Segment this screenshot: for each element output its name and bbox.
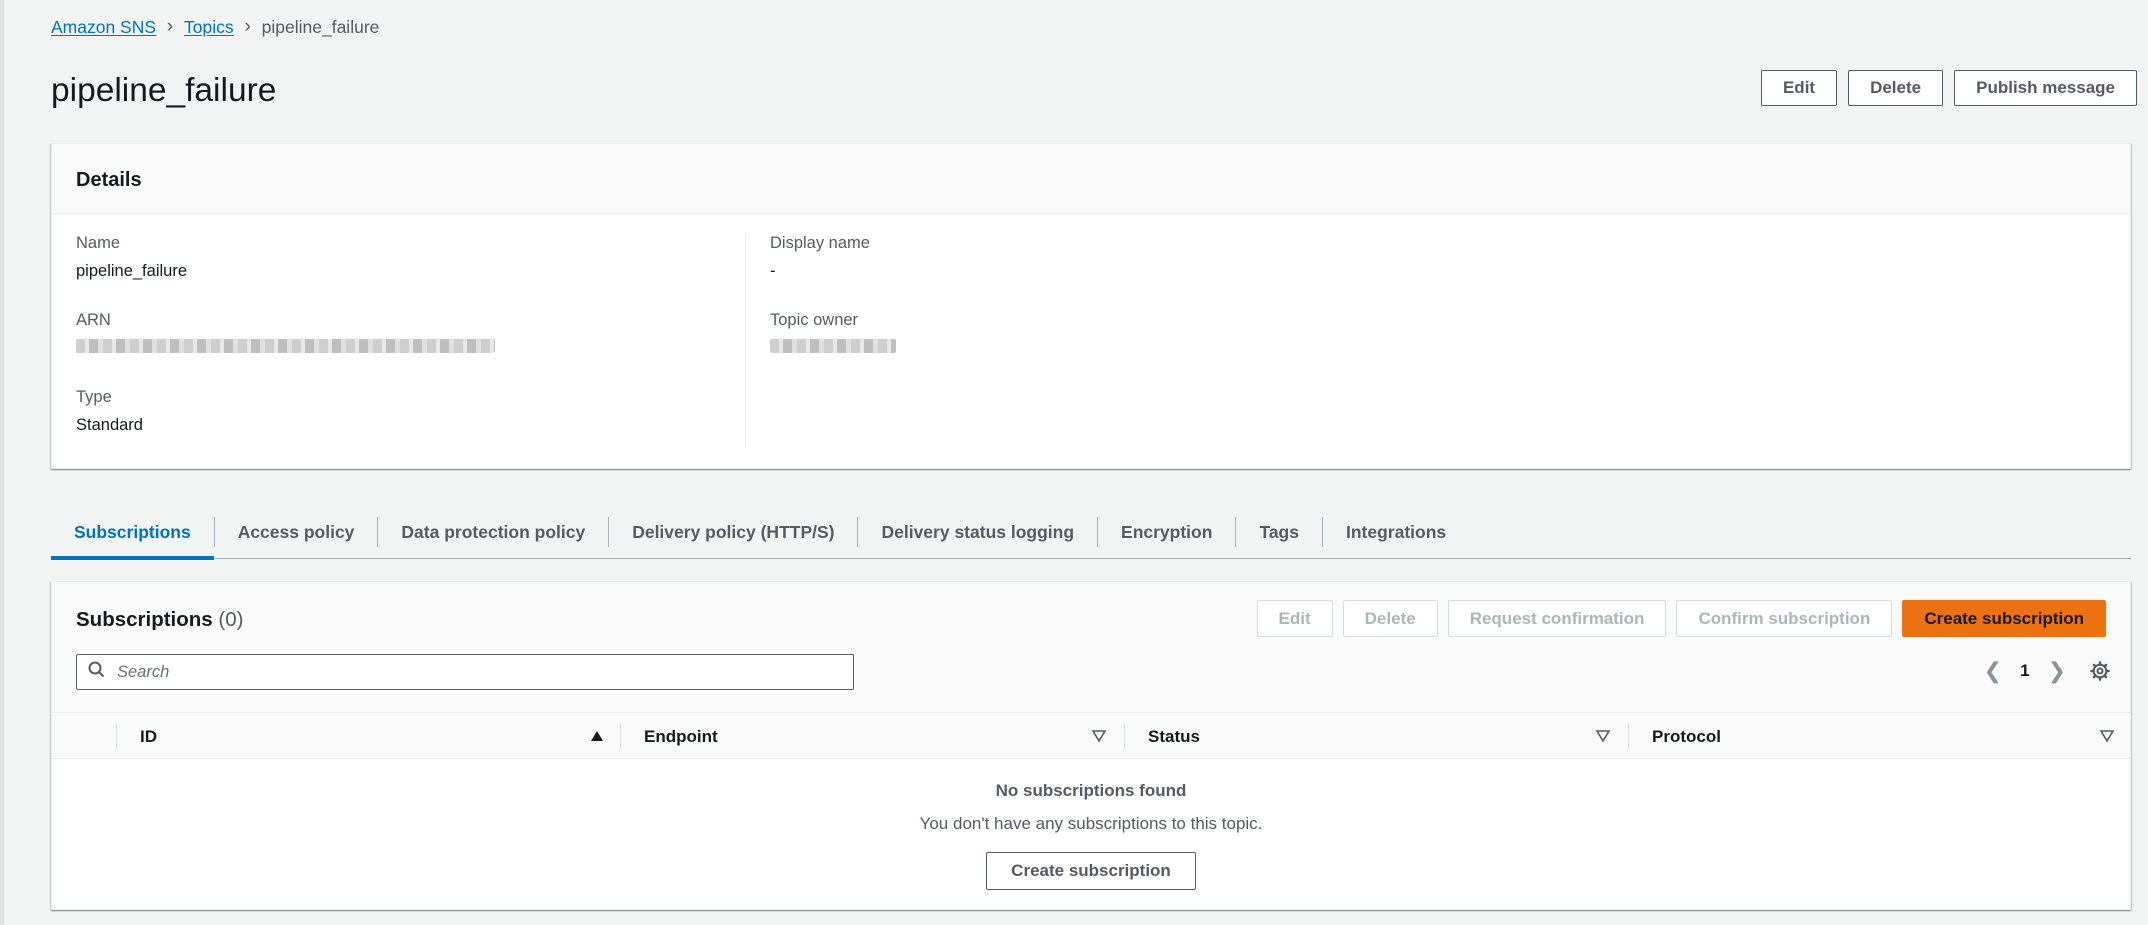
publish-message-button[interactable]: Publish message (1954, 70, 2137, 106)
empty-description: You don't have any subscriptions to this… (919, 814, 1263, 833)
column-divider (1124, 724, 1125, 749)
tab-data-protection-policy[interactable]: Data protection policy (378, 517, 610, 547)
tab-access-policy[interactable]: Access policy (215, 517, 379, 547)
tab-subscriptions[interactable]: Subscriptions (51, 517, 215, 560)
chevron-left-icon[interactable]: ❮ (1984, 658, 2002, 684)
column-divider (620, 724, 621, 749)
gear-icon[interactable] (2090, 661, 2110, 681)
tab-bar: Subscriptions Access policy Data protect… (51, 506, 2131, 560)
tab-encryption[interactable]: Encryption (1098, 517, 1237, 547)
details-header: Details (52, 144, 2130, 214)
tab-tags[interactable]: Tags (1236, 517, 1323, 547)
chevron-right-icon: › (244, 16, 251, 37)
chevron-right-icon[interactable]: ❯ (2048, 658, 2066, 684)
empty-state: No subscriptions found You don't have an… (52, 759, 2130, 890)
column-divider (116, 724, 117, 749)
redacted-topic-owner (770, 339, 896, 353)
sort-icon[interactable] (1595, 729, 1611, 747)
tab-integrations[interactable]: Integrations (1323, 517, 1469, 547)
details-panel: Details Name pipeline_failure ARN Type S… (51, 143, 2131, 469)
type-value: Standard (76, 416, 143, 434)
breadcrumb: Amazon SNS › Topics › pipeline_failure (51, 16, 379, 38)
breadcrumb-topics-link[interactable]: Topics (184, 17, 234, 38)
table-header: ID Endpoint Status Protocol (52, 712, 2130, 759)
page-title: pipeline_failure (51, 72, 277, 109)
left-edge (0, 0, 4, 925)
search-box (76, 654, 854, 690)
request-confirmation-button[interactable]: Request confirmation (1447, 600, 1667, 637)
chevron-right-icon: › (166, 16, 174, 37)
edit-button[interactable]: Edit (1760, 70, 1838, 106)
column-protocol[interactable]: Protocol (1652, 713, 1721, 760)
empty-title: No subscriptions found (995, 781, 1187, 800)
redacted-arn (76, 339, 495, 353)
search-icon (88, 661, 105, 683)
name-value: pipeline_failure (76, 262, 187, 280)
subscriptions-actions: Edit Delete Request confirmation Confirm… (1256, 600, 2106, 637)
search-input[interactable] (115, 661, 815, 683)
pagination: ❮ 1 ❯ (1984, 658, 2110, 684)
topic-owner-value (770, 339, 1440, 359)
subscription-edit-button[interactable]: Edit (1256, 600, 1333, 637)
delete-button[interactable]: Delete (1848, 70, 1944, 106)
confirm-subscription-button[interactable]: Confirm subscription (1676, 600, 1893, 637)
display-name-label: Display name (770, 234, 870, 252)
subscriptions-count: (0) (218, 608, 244, 631)
column-endpoint[interactable]: Endpoint (644, 713, 718, 760)
empty-create-subscription-button[interactable]: Create subscription (986, 852, 1196, 890)
page-number[interactable]: 1 (2020, 661, 2029, 681)
breadcrumb-current: pipeline_failure (261, 16, 380, 37)
name-label: Name (76, 234, 121, 252)
details-heading: Details (76, 169, 142, 191)
arn-value (76, 339, 745, 359)
topic-owner-label: Topic owner (770, 311, 859, 329)
sort-icon[interactable] (1091, 729, 1107, 747)
details-left-column: Name pipeline_failure ARN Type Standard (52, 234, 746, 448)
sort-icon[interactable] (2099, 729, 2115, 747)
sort-ascending-icon[interactable] (590, 729, 604, 747)
type-label: Type (76, 388, 112, 406)
subscription-delete-button[interactable]: Delete (1342, 600, 1438, 637)
subscriptions-title: Subscriptions (76, 608, 213, 631)
tab-delivery-policy[interactable]: Delivery policy (HTTP/S) (609, 517, 859, 547)
subscriptions-heading: Subscriptions (0) (76, 608, 243, 632)
details-right-column: Display name - Topic owner (746, 234, 1440, 448)
arn-label: ARN (76, 311, 111, 329)
column-status[interactable]: Status (1148, 713, 1200, 760)
header-actions: Edit Delete Publish message (1760, 70, 2137, 106)
breadcrumb-amazon-sns-link[interactable]: Amazon SNS (51, 17, 156, 38)
display-name-value: - (770, 262, 776, 280)
column-divider (1628, 724, 1629, 749)
subscriptions-panel: Subscriptions (0) Edit Delete Request co… (51, 581, 2131, 910)
tab-delivery-status-logging[interactable]: Delivery status logging (858, 517, 1099, 547)
column-id[interactable]: ID (140, 713, 157, 760)
create-subscription-button[interactable]: Create subscription (1902, 600, 2106, 637)
